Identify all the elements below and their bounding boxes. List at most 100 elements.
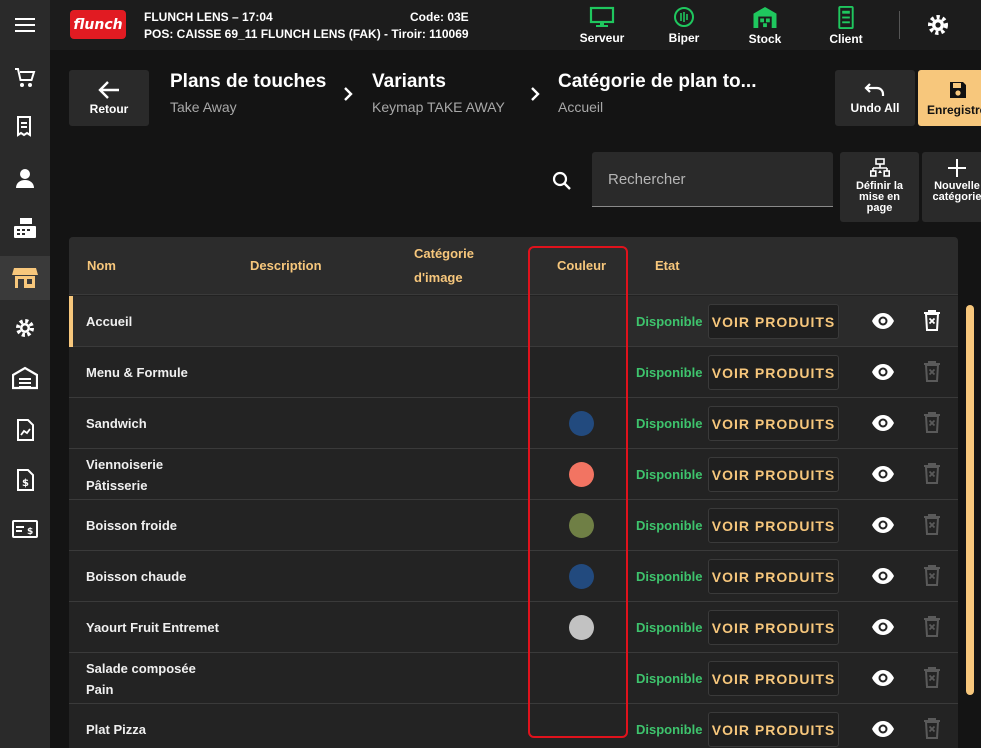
sidebar-item-settings[interactable] xyxy=(0,306,50,350)
table-row[interactable]: Plat Pizza Disponible VOIR PRODUITS xyxy=(69,704,958,748)
sidebar-item-store[interactable] xyxy=(0,256,50,300)
trash-icon[interactable] xyxy=(922,564,942,586)
sidebar-item-user[interactable] xyxy=(0,156,50,200)
eye-icon[interactable] xyxy=(871,617,895,637)
breadcrumb-subtitle: Take Away xyxy=(170,99,237,115)
view-products-button[interactable]: VOIR PRODUITS xyxy=(708,457,839,492)
table-row[interactable]: Menu & Formule Disponible VOIR PRODUITS xyxy=(69,347,958,398)
undo-label: Undo All xyxy=(850,100,900,115)
table-row[interactable]: Sandwich Disponible VOIR PRODUITS xyxy=(69,398,958,449)
view-products-button[interactable]: VOIR PRODUITS xyxy=(708,712,839,747)
search-input[interactable] xyxy=(592,152,833,206)
menu-button[interactable] xyxy=(0,0,50,50)
define-layout-button[interactable]: Définir la mise en page xyxy=(840,152,919,222)
view-products-button[interactable]: VOIR PRODUITS xyxy=(708,559,839,594)
trash-icon[interactable] xyxy=(922,309,942,331)
column-header-description[interactable]: Description xyxy=(250,254,322,278)
brand-logo: flunch xyxy=(70,10,126,39)
search-icon xyxy=(552,171,571,190)
trash-icon[interactable] xyxy=(922,462,942,484)
trash-icon[interactable] xyxy=(922,513,942,535)
category-name: Salade composée Pain xyxy=(86,660,196,697)
view-products-button[interactable]: VOIR PRODUITS xyxy=(708,355,839,390)
category-name: Yaourt Fruit Entremet xyxy=(86,620,219,635)
eye-icon[interactable] xyxy=(871,413,895,433)
chevron-right-icon xyxy=(531,87,540,101)
search-field[interactable] xyxy=(592,152,833,207)
view-products-button[interactable]: VOIR PRODUITS xyxy=(708,661,839,696)
settings-button[interactable] xyxy=(926,13,950,42)
table-row[interactable]: Boisson chaude Disponible VOIR PRODUITS xyxy=(69,551,958,602)
sidebar-item-warehouse[interactable] xyxy=(0,356,50,400)
trash-icon[interactable] xyxy=(922,717,942,739)
sidebar-item-report[interactable] xyxy=(0,408,50,452)
eye-icon[interactable] xyxy=(871,566,895,586)
client-button[interactable]: Client xyxy=(816,4,876,46)
store-icon xyxy=(12,268,38,288)
save-icon xyxy=(950,81,966,98)
gear-icon xyxy=(928,15,948,35)
trash-icon[interactable] xyxy=(922,666,942,688)
category-name: Accueil xyxy=(86,314,133,329)
gear-icon xyxy=(16,319,34,337)
trash-icon[interactable] xyxy=(922,411,942,433)
trash-icon[interactable] xyxy=(922,615,942,637)
breadcrumb-item-plans[interactable]: Plans de touches Take Away xyxy=(170,71,326,115)
cart-icon xyxy=(15,68,36,87)
eye-icon[interactable] xyxy=(871,311,895,331)
report-icon xyxy=(17,419,34,441)
hamburger-icon xyxy=(15,18,35,32)
save-button[interactable]: Enregistrer xyxy=(918,70,981,126)
column-header-image-category[interactable]: Catégorie d'image xyxy=(414,242,474,290)
table-row[interactable]: Viennoiserie Pâtisserie Disponible VOIR PR… xyxy=(69,449,958,500)
breadcrumb-title: Variants xyxy=(372,71,446,92)
view-products-button[interactable]: VOIR PRODUITS xyxy=(708,406,839,441)
category-name: Boisson chaude xyxy=(86,569,187,584)
serveur-button[interactable]: Serveur xyxy=(572,4,632,46)
biper-label: Biper xyxy=(668,31,700,45)
toolbar-divider xyxy=(899,11,900,39)
sidebar-item-payment[interactable]: $ xyxy=(0,507,50,551)
payment-card-icon: $ xyxy=(12,520,38,538)
eye-icon[interactable] xyxy=(871,464,895,484)
sidebar-item-cash-register[interactable] xyxy=(0,206,50,250)
status-badge: Disponible xyxy=(636,467,703,482)
category-name: Menu & Formule xyxy=(86,365,188,380)
stock-button[interactable]: Stock xyxy=(735,4,795,46)
new-category-button[interactable]: Nouvelle catégorie xyxy=(922,152,981,222)
status-badge: Disponible xyxy=(636,620,703,635)
view-products-button[interactable]: VOIR PRODUITS xyxy=(708,304,839,339)
sidebar-item-invoice[interactable]: $ xyxy=(0,458,50,502)
save-label: Enregistrer xyxy=(927,102,981,117)
eye-icon[interactable] xyxy=(871,719,895,739)
table-row[interactable]: Salade composée Pain Disponible VOIR PRODU… xyxy=(69,653,958,704)
breadcrumb-item-variants[interactable]: Variants Keymap TAKE AWAY xyxy=(372,71,505,115)
sidebar-item-receipt[interactable] xyxy=(0,105,50,149)
sidebar: $ $ xyxy=(0,0,50,748)
stock-label: Stock xyxy=(748,32,782,46)
sidebar-item-cart[interactable] xyxy=(0,56,50,100)
table-scrollbar[interactable] xyxy=(966,305,974,695)
category-name: Plat Pizza xyxy=(86,722,146,737)
biper-button[interactable]: Biper xyxy=(654,4,714,46)
serveur-label: Serveur xyxy=(579,31,625,45)
breadcrumb-subtitle: Accueil xyxy=(558,99,604,115)
chevron-right-icon xyxy=(344,87,353,101)
view-products-button[interactable]: VOIR PRODUITS xyxy=(708,508,839,543)
undo-icon xyxy=(864,82,885,96)
table-row[interactable]: Yaourt Fruit Entremet Disponible VOIR PROD… xyxy=(69,602,958,653)
eye-icon[interactable] xyxy=(871,668,895,688)
column-header-state[interactable]: Etat xyxy=(655,254,680,278)
warehouse-icon xyxy=(753,6,777,29)
table-row[interactable]: Boisson froide Disponible VOIR PRODUITS xyxy=(69,500,958,551)
eye-icon[interactable] xyxy=(871,515,895,535)
trash-icon[interactable] xyxy=(922,360,942,382)
eye-icon[interactable] xyxy=(871,362,895,382)
column-header-name[interactable]: Nom xyxy=(87,254,116,278)
view-products-button[interactable]: VOIR PRODUITS xyxy=(708,610,839,645)
back-button[interactable]: Retour xyxy=(69,70,149,126)
top-bar: flunch FLUNCH LENS – 17:04 POS: CAISSE 6… xyxy=(50,0,981,50)
undo-all-button[interactable]: Undo All xyxy=(835,70,915,126)
plus-icon xyxy=(948,159,966,177)
table-row[interactable]: Accueil Disponible VOIR PRODUITS xyxy=(69,296,958,347)
